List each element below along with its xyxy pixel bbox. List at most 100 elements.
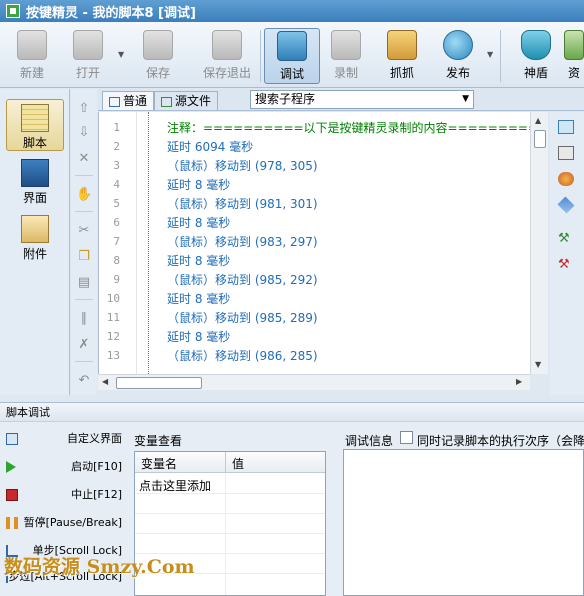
add-variable-row[interactable]: 点击这里添加 — [139, 477, 211, 494]
folder-icon — [73, 30, 103, 60]
tab-source[interactable]: 源文件 — [154, 91, 219, 110]
scroll-down-arrow[interactable]: ▼ — [535, 360, 541, 369]
debug-output-area[interactable] — [343, 449, 584, 596]
start-button[interactable]: 启动[F10] — [4, 456, 128, 480]
tool-separator — [75, 299, 93, 300]
new-button[interactable]: 新建 — [4, 28, 60, 84]
code-line[interactable]: 延时 8 毫秒 — [167, 214, 230, 231]
nav-script[interactable]: 脚本 — [6, 99, 64, 151]
code-line[interactable]: （鼠标）移动到 (985, 292) — [167, 271, 318, 288]
line-number: 6 — [113, 216, 120, 229]
debug-button[interactable]: 调试 — [264, 28, 320, 84]
resource-button[interactable]: 资 — [564, 28, 584, 84]
code-line[interactable]: （鼠标）移动到 (983, 297) — [167, 233, 318, 250]
source-file-icon — [161, 96, 172, 107]
vertical-scrollbar[interactable]: ▲ ▼ — [530, 112, 548, 374]
line-number: 1 — [113, 121, 120, 134]
publish-button[interactable]: 发布 — [430, 28, 486, 84]
palette-icon[interactable] — [558, 172, 574, 186]
attachment-icon — [21, 215, 49, 243]
watermark: 数码资源 Smzy.Com — [4, 556, 195, 578]
add-plugin-icon[interactable]: ⚒ — [558, 232, 574, 246]
shield-icon — [521, 30, 551, 60]
left-nav: 脚本 界面 附件 — [0, 89, 70, 395]
code-line[interactable]: （鼠标）移动到 (981, 301) — [167, 195, 318, 212]
uncomment-icon[interactable]: ✗ — [76, 337, 92, 353]
code-line[interactable]: 延时 8 毫秒 — [167, 290, 230, 307]
line-number: 9 — [113, 273, 120, 286]
horizontal-scrollbar[interactable]: ◀ ▶ — [98, 374, 530, 390]
scroll-right-arrow[interactable]: ▶ — [516, 377, 522, 386]
edit-toolbar: ⇧ ⇩ ✕ ✋ ✂ ❐ ▤ ∥ ✗ ↶ — [71, 89, 97, 395]
col-variable-name[interactable]: 变量名 — [141, 455, 177, 472]
debug-icon — [277, 31, 307, 61]
remove-plugin-icon[interactable]: ⚒ — [558, 258, 574, 272]
code-line[interactable]: 延时 8 毫秒 — [167, 176, 230, 193]
hand-icon[interactable]: ✋ — [76, 187, 92, 203]
pause-icon — [6, 517, 18, 529]
scroll-thumb[interactable] — [534, 130, 546, 148]
variable-table-header: 变量名 值 — [135, 452, 325, 473]
script-notepad-icon — [21, 104, 49, 132]
nav-attachment[interactable]: 附件 — [6, 211, 64, 263]
fold-line — [148, 112, 149, 374]
save-button[interactable]: 保存 — [130, 28, 186, 84]
record-order-label: 同时记录脚本的执行次序（会降 — [417, 434, 584, 448]
scroll-left-arrow[interactable]: ◀ — [102, 377, 108, 386]
code-line[interactable]: 延时 6094 毫秒 — [167, 138, 253, 155]
delete-icon[interactable]: ✕ — [76, 151, 92, 167]
paste-icon[interactable]: ▤ — [76, 275, 92, 291]
line-number: 3 — [113, 159, 120, 172]
title-bar: 按键精灵 - 我的脚本8 [调试] — [0, 0, 584, 22]
shield-button[interactable]: 神盾 — [508, 28, 564, 84]
toolbar-separator — [260, 30, 261, 82]
code-line[interactable]: 延时 8 毫秒 — [167, 252, 230, 269]
save-exit-button[interactable]: 保存退出 — [196, 28, 258, 84]
pause-button[interactable]: 暂停[Pause/Break] — [4, 512, 128, 536]
code-line[interactable]: 注释：==========以下是按键精灵录制的内容========== — [167, 119, 548, 136]
custom-ui-button[interactable]: 自定义界面 — [4, 428, 128, 452]
notepad-icon[interactable] — [558, 120, 574, 134]
subroutine-search-dropdown[interactable]: 搜索子程序 ▼ — [250, 90, 474, 109]
undo-icon[interactable]: ↶ — [76, 373, 92, 389]
open-dropdown-arrow[interactable]: ▼ — [118, 50, 126, 59]
cut-icon[interactable]: ✂ — [76, 223, 92, 239]
grab-button[interactable]: 抓抓 — [374, 28, 430, 84]
move-up-icon[interactable]: ⇧ — [76, 101, 92, 117]
stop-button[interactable]: 中止[F12] — [4, 484, 128, 508]
debug-info-label: 调试信息 — [345, 434, 394, 448]
main-toolbar: 新建 打开 ▼ 保存 保存退出 调试 录制 抓抓 发布 ▼ 神盾 资 — [0, 22, 584, 88]
tab-normal[interactable]: 普通 — [102, 91, 155, 110]
grid-line — [135, 513, 325, 514]
app-icon — [6, 4, 20, 18]
line-number: 5 — [113, 197, 120, 210]
code-line[interactable]: 延时 8 毫秒 — [167, 328, 230, 345]
diamond-icon[interactable] — [557, 196, 575, 214]
move-down-icon[interactable]: ⇩ — [76, 125, 92, 141]
comment-icon[interactable]: ∥ — [76, 311, 92, 327]
line-number: 10 — [106, 292, 120, 305]
col-value[interactable]: 值 — [232, 455, 244, 472]
copy-icon[interactable]: ❐ — [76, 249, 92, 265]
scroll-up-arrow[interactable]: ▲ — [535, 116, 541, 125]
line-number: 13 — [106, 349, 120, 362]
camera-icon — [331, 30, 361, 60]
record-order-checkbox[interactable] — [400, 431, 413, 444]
code-line[interactable]: （鼠标）移动到 (978, 305) — [167, 157, 318, 174]
editor-tabs: 普通 源文件 搜索子程序 ▼ — [98, 89, 584, 111]
resource-icon — [564, 30, 584, 60]
window-title: 按键精灵 - 我的脚本8 [调试] — [26, 5, 196, 21]
record-button[interactable]: 录制 — [318, 28, 374, 84]
tool-separator — [75, 361, 93, 362]
grid-line — [225, 473, 226, 595]
open-button[interactable]: 打开 — [60, 28, 116, 84]
window-icon — [6, 433, 18, 445]
nav-interface[interactable]: 界面 — [6, 155, 64, 207]
code-line[interactable]: （鼠标）移动到 (986, 285) — [167, 347, 318, 364]
code-editor[interactable]: 1 2 3 4 5 6 7 8 9 10 11 12 13 注释：==========以下是按键精灵录制… — [98, 112, 548, 374]
calculator-icon[interactable] — [558, 146, 574, 160]
publish-dropdown-arrow[interactable]: ▼ — [487, 50, 495, 59]
code-line[interactable]: （鼠标）移动到 (985, 289) — [167, 309, 318, 326]
floppy-exit-icon — [212, 30, 242, 60]
h-scroll-thumb[interactable] — [116, 377, 202, 389]
